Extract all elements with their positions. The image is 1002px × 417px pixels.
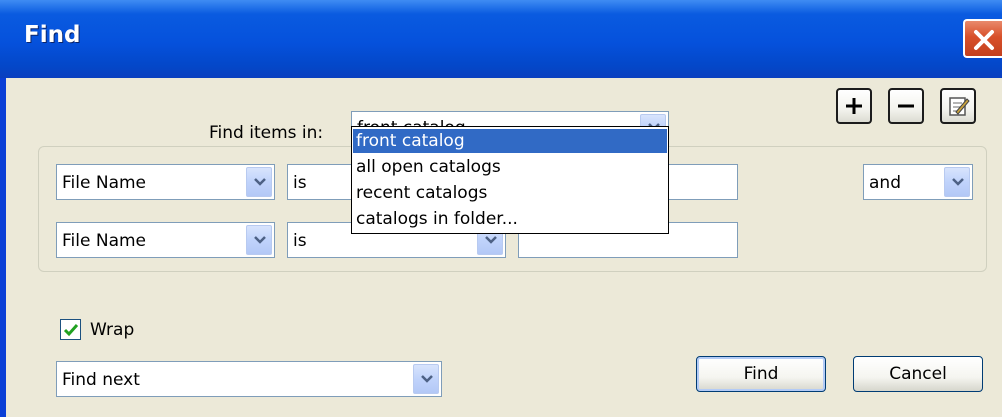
criterion-field-dropdown-button[interactable] (246, 225, 272, 255)
close-icon (974, 30, 994, 50)
find-button[interactable]: Find (696, 356, 826, 392)
criterion-field-select[interactable]: File Name (56, 164, 275, 200)
close-button[interactable] (963, 19, 1002, 58)
dropdown-option-front-catalog[interactable]: front catalog (353, 129, 667, 153)
wrap-checkbox[interactable] (60, 319, 81, 340)
wrap-label[interactable]: Wrap (90, 320, 134, 340)
dropdown-option-recent-catalogs[interactable]: recent catalogs (353, 181, 667, 205)
criterion-field-dropdown-button[interactable] (246, 167, 272, 197)
checkmark-icon (63, 324, 79, 337)
plus-icon (846, 98, 862, 114)
criterion-field-value: File Name (62, 231, 147, 251)
add-criterion-button[interactable] (836, 88, 872, 124)
find-dialog: Find Find items in: front catalog File N… (0, 0, 1002, 417)
chevron-down-icon (254, 178, 266, 186)
criterion-field-select[interactable]: File Name (56, 222, 275, 258)
criterion-conjunction-select[interactable]: and (863, 164, 973, 200)
minus-icon (898, 104, 914, 108)
chevron-down-icon (485, 236, 497, 244)
criterion-field-value: File Name (62, 173, 147, 193)
criterion-operator-value: is (293, 231, 307, 251)
find-items-in-label: Find items in: (209, 123, 324, 143)
edit-icon (949, 97, 970, 116)
chevron-down-icon (421, 375, 433, 383)
find-mode-select[interactable]: Find next (56, 361, 442, 397)
criterion-conjunction-value: and (869, 173, 901, 193)
remove-criterion-button[interactable] (888, 88, 924, 124)
cancel-button[interactable]: Cancel (853, 356, 983, 392)
dropdown-option-all-open-catalogs[interactable]: all open catalogs (353, 155, 667, 179)
chevron-down-icon (952, 178, 964, 186)
find-items-in-dropdown-list: front catalog all open catalogs recent c… (351, 126, 669, 234)
find-mode-dropdown-button[interactable] (413, 364, 439, 394)
find-mode-value: Find next (62, 370, 140, 390)
criterion-operator-value: is (293, 173, 307, 193)
dropdown-option-catalogs-in-folder[interactable]: catalogs in folder... (353, 207, 667, 231)
dialog-title: Find (24, 22, 81, 48)
chevron-down-icon (254, 236, 266, 244)
criterion-conjunction-dropdown-button[interactable] (944, 167, 970, 197)
title-bar[interactable]: Find (0, 0, 1002, 78)
edit-criteria-button[interactable] (940, 88, 976, 124)
